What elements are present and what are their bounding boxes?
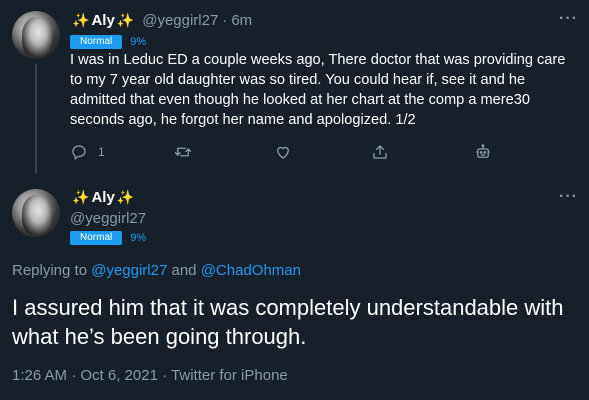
retweet-icon	[174, 147, 192, 157]
user-handle[interactable]: @yeggirl27	[142, 12, 218, 29]
reply-icon	[72, 145, 86, 161]
tweet-1[interactable]: ✨ Aly ✨ @yeggirl27 · 6m Normal 9% ··· I …	[0, 0, 589, 174]
tweet-2-header: ✨ Aly ✨	[70, 189, 136, 206]
share-button[interactable]	[371, 143, 389, 161]
separator-dot: ·	[162, 367, 168, 384]
bot-icon	[476, 144, 490, 158]
tweet-date[interactable]: Oct 6, 2021	[80, 367, 158, 384]
replying-to: Replying to @yeggirl27 and @ChadOhman	[12, 262, 301, 279]
user-handle[interactable]: @yeggirl27	[70, 210, 146, 227]
display-name-text: Aly	[91, 189, 115, 206]
separator-dot: ·	[71, 367, 77, 384]
display-name[interactable]: ✨ Aly ✨	[70, 12, 136, 29]
user-badge-row: Normal 9%	[70, 231, 146, 245]
like-icon	[277, 146, 289, 159]
badge-percent: 9%	[130, 232, 147, 244]
like-button[interactable]	[274, 143, 292, 161]
mention-link[interactable]: @ChadOhman	[201, 262, 301, 279]
share-icon	[373, 145, 387, 159]
bot-button[interactable]	[474, 143, 492, 161]
tweet-text: I was in Leduc ED a couple weeks ago, Th…	[70, 52, 566, 128]
badge-percent: 9%	[130, 36, 147, 48]
tweet-thread: ✨ Aly ✨ @yeggirl27 · 6m Normal 9% ··· I …	[0, 0, 589, 400]
reply-count: 1	[98, 145, 105, 159]
tweet-actions: 1	[70, 143, 500, 167]
display-name-text: Aly	[91, 12, 115, 29]
more-options-button[interactable]: ···	[559, 188, 578, 206]
reply-button[interactable]: 1	[70, 143, 105, 161]
replying-prefix: Replying to	[12, 262, 88, 279]
avatar[interactable]	[12, 11, 60, 59]
more-options-button[interactable]: ···	[559, 10, 578, 28]
tweet-meta: 1:26 AM · Oct 6, 2021 · Twitter for iPho…	[12, 367, 288, 384]
sparkle-icon: ✨	[116, 189, 135, 205]
avatar[interactable]	[12, 189, 60, 237]
tweet-text: I assured him that it was completely und…	[12, 295, 564, 349]
mention-link[interactable]: @yeggirl27	[91, 262, 167, 279]
sparkle-icon: ✨	[116, 12, 135, 28]
sparkle-icon: ✨	[72, 12, 90, 28]
replying-and: and	[171, 262, 197, 279]
sparkle-icon: ✨	[72, 189, 90, 205]
status-badge: Normal	[70, 231, 123, 245]
status-badge: Normal	[70, 35, 123, 49]
tweet-time[interactable]: 1:26 AM	[12, 367, 67, 384]
thread-connector-line	[35, 64, 37, 174]
display-name[interactable]: ✨ Aly ✨	[70, 189, 136, 206]
separator-dot: ·	[222, 12, 228, 29]
tweet-1-header: ✨ Aly ✨ @yeggirl27 · 6m	[70, 12, 252, 29]
user-badge-row: Normal 9%	[70, 35, 146, 49]
tweet-timestamp[interactable]: 6m	[231, 12, 252, 29]
tweet-source[interactable]: Twitter for iPhone	[171, 367, 288, 384]
retweet-button[interactable]	[174, 143, 192, 161]
